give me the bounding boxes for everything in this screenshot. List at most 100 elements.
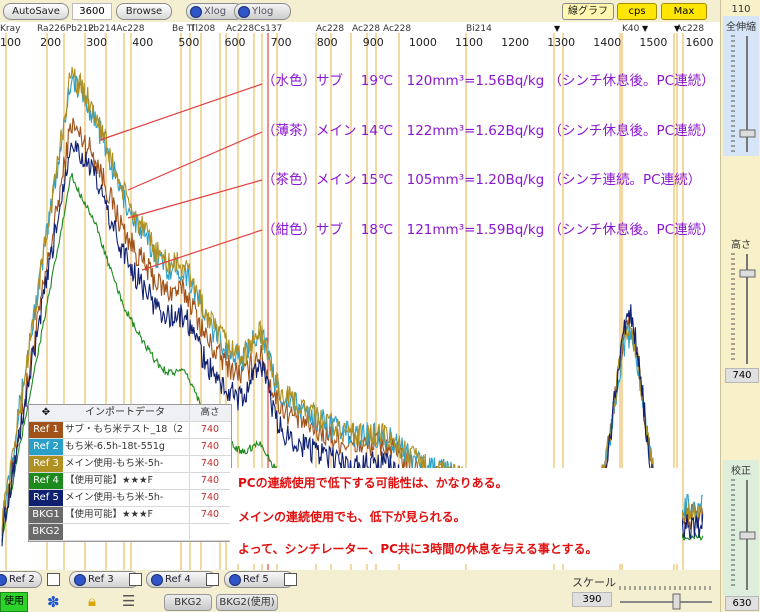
x-tick-label: 1600 <box>686 36 714 49</box>
ref-tag[interactable]: BKG2 <box>29 524 63 540</box>
ref4-checkbox[interactable] <box>206 573 219 586</box>
peak-label: Bi214 <box>466 24 492 34</box>
move-icon[interactable]: ✥ <box>29 405 63 421</box>
use-button[interactable]: 使用 <box>0 592 28 612</box>
table-row[interactable]: Ref 2 もち米-6.5h-18t-551g 740 <box>29 439 231 456</box>
peak-marker-icon: ▼ <box>674 24 681 33</box>
table-row[interactable]: Ref 3 メイン使用-もち米-5h- 740 <box>29 456 231 473</box>
ref-tag[interactable]: Ref 2 <box>29 439 63 455</box>
peak-marker-icon: ▼ <box>642 24 649 33</box>
radio-dot-icon <box>229 574 241 586</box>
ref5-checkbox[interactable] <box>284 573 297 586</box>
time-value-field[interactable]: 3600 <box>72 3 112 20</box>
peak-label: Kray <box>0 24 21 34</box>
radio-dot-icon <box>190 6 202 18</box>
ref-name: もち米-6.5h-18t-551g <box>65 441 165 452</box>
x-tick-label: 500 <box>178 36 199 49</box>
bkg2-use-button[interactable]: BKG2(使用) <box>216 594 278 611</box>
import-data-table: ✥ インポートデータ 高さ Ref 1 サブ・もち米テスト_18（2 740 Ref … <box>28 404 232 542</box>
paw-icon[interactable]: ✽ <box>47 593 60 611</box>
ref3-label: Ref 3 <box>88 574 114 585</box>
ylog-toggle[interactable]: Ylog <box>234 3 291 20</box>
table-row[interactable]: BKG2 <box>29 524 231 541</box>
table-row[interactable]: BKG1 【使用可能】★★★F 740 <box>29 507 231 524</box>
peak-label: K40 <box>622 24 640 34</box>
table-header: ✥ インポートデータ 高さ <box>29 405 231 422</box>
annotation-leader <box>127 131 263 191</box>
header-import-data: インポートデータ <box>85 407 165 418</box>
annotation-light-brown: （薄茶）メイン 14℃ 122mm³=1.62Bq/kg （シンチ休息後。PC連… <box>262 123 715 139</box>
peak-label: Tl208 <box>189 24 215 34</box>
radio-dot-icon <box>151 574 163 586</box>
calib-value: 630 <box>725 596 759 611</box>
autosave-button[interactable]: AutoSave <box>3 3 69 20</box>
x-tick-label: 700 <box>271 36 292 49</box>
ref-height: 740 <box>189 473 230 489</box>
note-line-2: メインの連続使用でも、低下が見られる。 <box>238 510 466 524</box>
radio-dot-icon <box>238 6 250 18</box>
peak-label: Ac228Cs137 <box>226 24 282 34</box>
calib-slider[interactable] <box>723 476 759 594</box>
calib-label: 校正 <box>731 466 751 477</box>
ref-name: メイン使用-もち米-5h- <box>65 492 164 503</box>
cps-button[interactable]: cps <box>617 3 657 20</box>
ref-name: サブ・もち米テスト_18（2 <box>65 424 183 435</box>
calib-slider-zone[interactable]: 校正 <box>723 460 759 596</box>
zoom-label: 全伸縮 <box>726 22 756 33</box>
list-icon[interactable]: ☰ <box>122 592 135 610</box>
table-row[interactable]: Ref 4 【使用可能】★★★F 740 <box>29 473 231 490</box>
ref2-checkbox[interactable] <box>47 573 60 586</box>
max-button[interactable]: Max <box>661 3 707 20</box>
ylog-label: Ylog <box>252 6 274 17</box>
x-tick-label: 400 <box>132 36 153 49</box>
notes-box: PCの連続使用で低下する可能性は、かなりある。 メインの連続使用でも、低下が見ら… <box>230 468 682 564</box>
x-tick-label: 800 <box>317 36 338 49</box>
ref5-label: Ref 5 <box>243 574 269 585</box>
line-graph-button[interactable]: 線グラフ <box>562 3 614 20</box>
x-tick-label: 1300 <box>547 36 575 49</box>
header-height: 高さ <box>189 405 230 421</box>
ref-height <box>189 524 230 540</box>
ref-name: メイン使用-もち米-5h- <box>65 458 164 469</box>
ref2-label: Ref 2 <box>9 574 35 585</box>
zoom-slider[interactable] <box>723 32 759 156</box>
x-tick-label: 1000 <box>409 36 437 49</box>
peak-label: Ac228 Ac228 <box>352 24 411 34</box>
scale-slider[interactable] <box>616 576 716 610</box>
ref-tag[interactable]: BKG1 <box>29 507 63 523</box>
peak-label: Ac228 <box>316 24 344 34</box>
scale-label: スケール <box>572 576 616 589</box>
zoom-slider-zone[interactable]: 全伸縮 <box>723 16 759 156</box>
x-tick-label: 300 <box>86 36 107 49</box>
table-row[interactable]: Ref 5 メイン使用-もち米-5h- 740 <box>29 490 231 507</box>
height-slider[interactable] <box>723 250 759 368</box>
ref3-checkbox[interactable] <box>129 573 142 586</box>
annotation-leader <box>127 179 263 219</box>
ref-height: 740 <box>189 422 230 438</box>
x-tick-label: 100 <box>0 36 21 49</box>
bkg2-button[interactable]: BKG2 <box>164 594 212 611</box>
scale-value: 390 <box>572 592 612 607</box>
right-panel: 110 全伸縮 高さ 740 校正 630 <box>720 0 760 612</box>
ref-tag[interactable]: Ref 1 <box>29 422 63 438</box>
peak-label: Ac228 <box>676 24 704 34</box>
browse-button[interactable]: Browse <box>116 3 172 20</box>
x-tick-label: 900 <box>363 36 384 49</box>
ref-tag[interactable]: Ref 4 <box>29 473 63 489</box>
lock-icon[interactable]: 🔒︎ <box>88 592 96 610</box>
peak-label: Pb214Ac228 <box>88 24 145 34</box>
ref-name <box>65 524 185 540</box>
note-line-1: PCの連続使用で低下する可能性は、かなりある。 <box>238 476 508 490</box>
top-value: 110 <box>731 4 751 15</box>
peak-label: Ra226Pb212 <box>37 24 94 34</box>
height-label: 高さ <box>731 240 751 251</box>
x-tick-label: 1500 <box>639 36 667 49</box>
xlog-label: Xlog <box>204 6 227 17</box>
ref-height: 740 <box>189 439 230 455</box>
table-row[interactable]: Ref 1 サブ・もち米テスト_18（2 740 <box>29 422 231 439</box>
ref-tag[interactable]: Ref 3 <box>29 456 63 472</box>
annotation-light-blue: （水色）サブ 19℃ 120mm³=1.56Bq/kg （シンチ休息後。PC連続… <box>262 73 715 89</box>
x-tick-label: 1200 <box>501 36 529 49</box>
ref-tag[interactable]: Ref 5 <box>29 490 63 506</box>
ref2-left-button[interactable]: Ref 2 <box>0 571 42 588</box>
